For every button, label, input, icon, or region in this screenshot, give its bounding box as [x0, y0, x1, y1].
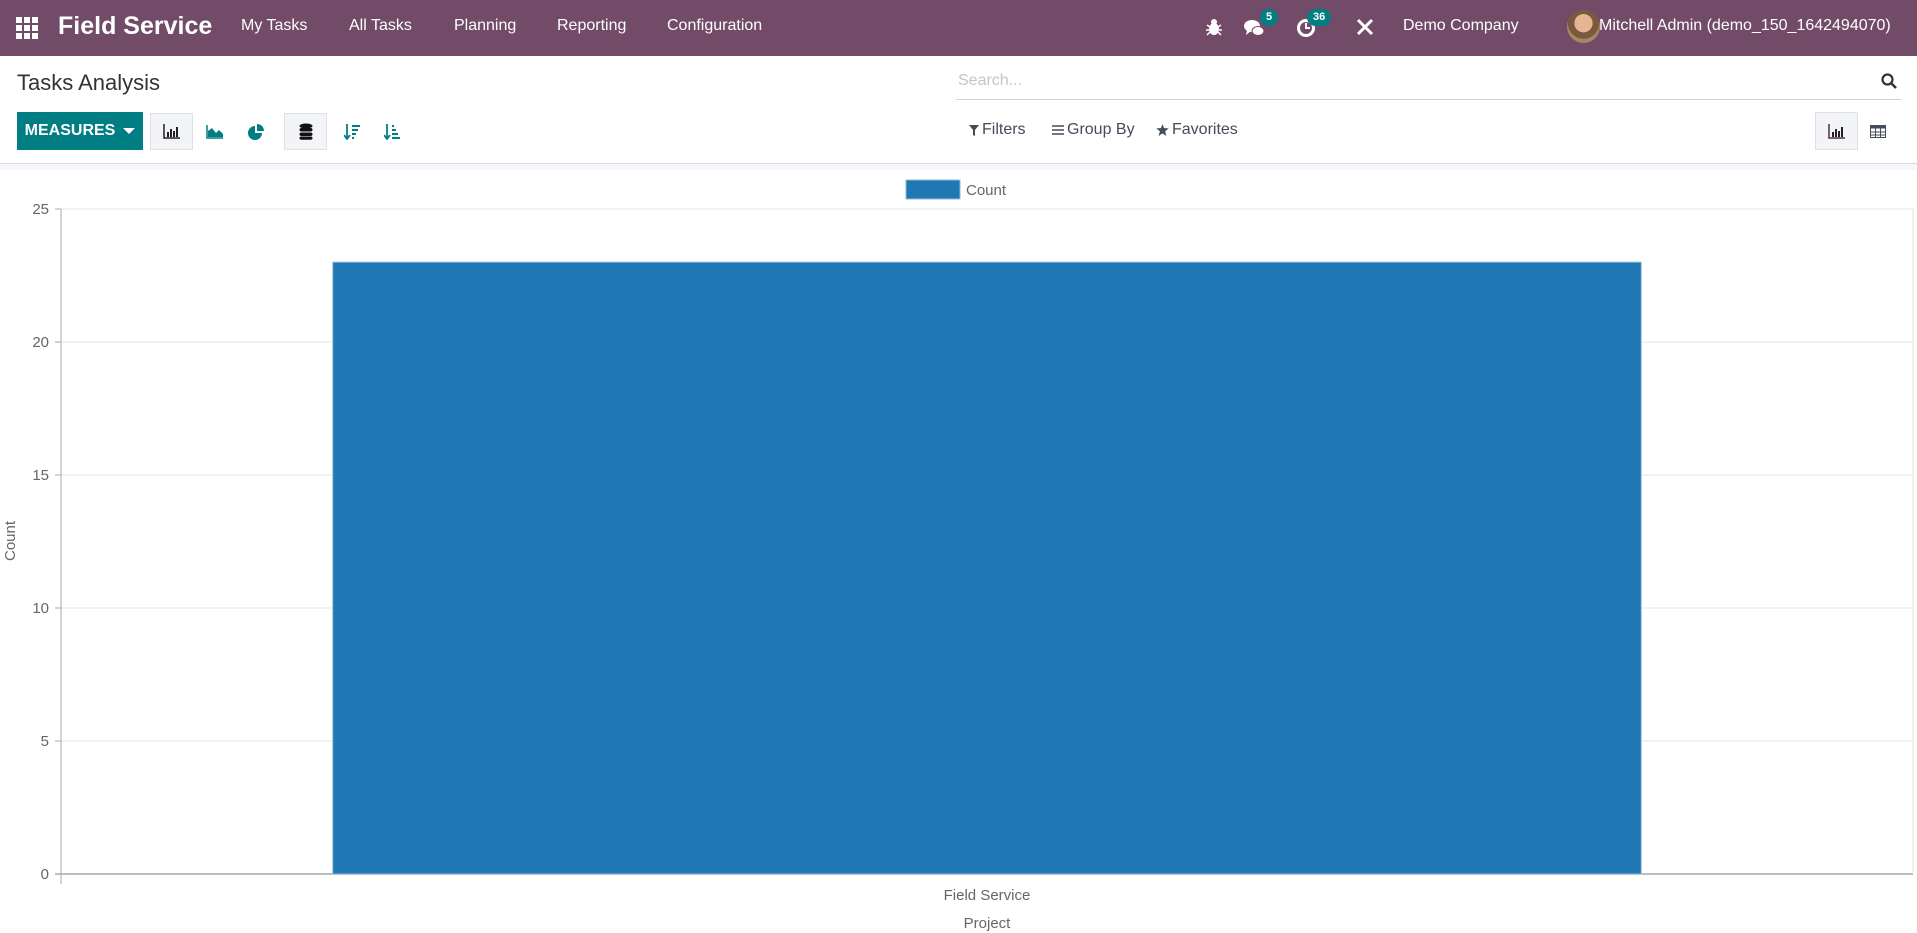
- bug-icon[interactable]: [1206, 18, 1222, 36]
- search-bar: [956, 64, 1901, 100]
- menu-my-tasks[interactable]: My Tasks: [241, 17, 307, 35]
- favorites-button[interactable]: Favorites: [1156, 121, 1238, 139]
- bar-chart-button[interactable]: [150, 113, 193, 150]
- search-input[interactable]: [956, 64, 1856, 98]
- y-tick-label: 15: [32, 467, 49, 484]
- sort-ascending-button[interactable]: [370, 113, 413, 150]
- stacked-button[interactable]: [284, 113, 327, 150]
- menu-all-tasks[interactable]: All Tasks: [349, 17, 412, 35]
- menu-configuration[interactable]: Configuration: [667, 17, 762, 35]
- legend-swatch-count[interactable]: [905, 179, 961, 200]
- measures-label: MEASURES: [24, 122, 116, 139]
- caret-down-icon: [123, 128, 136, 134]
- sort-descending-icon: [343, 123, 360, 140]
- bar-chart-icon: [162, 124, 180, 139]
- bar-chart: 0 5 10 15 20 25 Field Service Count Count Pro…: [2, 179, 1914, 932]
- pie-chart-icon: [247, 123, 264, 140]
- x-tick-label: Field Service: [944, 887, 1031, 904]
- favorites-label: Favorites: [1172, 121, 1238, 138]
- activities-badge: 36: [1307, 9, 1332, 26]
- company-switcher[interactable]: Demo Company: [1403, 17, 1519, 35]
- y-axis-title: Count: [2, 520, 19, 561]
- y-tick-label: 25: [32, 201, 49, 218]
- filters-button[interactable]: Filters: [969, 121, 1026, 139]
- database-stack-icon: [299, 123, 312, 140]
- filter-icon: [969, 124, 979, 136]
- menu-reporting[interactable]: Reporting: [557, 17, 626, 35]
- filters-label: Filters: [982, 121, 1026, 138]
- group-by-label: Group By: [1067, 121, 1135, 138]
- x-axis-title: Project: [964, 915, 1012, 932]
- bars: [332, 261, 1642, 875]
- user-menu[interactable]: Mitchell Admin (demo_150_1642494070): [1599, 17, 1891, 35]
- bar-count[interactable]: [332, 261, 1642, 875]
- y-axis-ticks: 0 5 10 15 20 25: [32, 201, 61, 883]
- pivot-view-button[interactable]: [1856, 112, 1899, 150]
- app-brand[interactable]: Field Service: [58, 12, 212, 41]
- apps-grid-icon[interactable]: [16, 17, 38, 39]
- bar-chart-icon: [1827, 123, 1845, 139]
- messages-badge: 5: [1260, 9, 1279, 26]
- user-avatar[interactable]: [1567, 10, 1600, 43]
- pie-chart-button[interactable]: [234, 113, 277, 150]
- line-chart-button[interactable]: [193, 113, 236, 150]
- top-navbar: Field Service My Tasks All Tasks Plannin…: [0, 0, 1917, 56]
- table-grid-icon: [1869, 124, 1886, 138]
- group-by-button[interactable]: Group By: [1052, 121, 1135, 139]
- graph-view-button[interactable]: [1815, 112, 1858, 150]
- area-chart-icon: [205, 124, 223, 139]
- sort-ascending-icon: [383, 123, 400, 140]
- y-tick-label: 5: [41, 733, 49, 750]
- tools-icon[interactable]: [1356, 18, 1374, 36]
- y-tick-label: 20: [32, 334, 49, 351]
- sort-descending-button[interactable]: [330, 113, 373, 150]
- measures-dropdown-button[interactable]: MEASURES: [17, 112, 143, 150]
- x-axis-ticks: Field Service: [944, 887, 1031, 904]
- search-icon[interactable]: [1881, 73, 1897, 89]
- star-icon: [1156, 124, 1169, 136]
- legend-label-count[interactable]: Count: [966, 182, 1007, 199]
- y-tick-label: 0: [41, 866, 49, 883]
- menu-planning[interactable]: Planning: [454, 17, 516, 35]
- list-icon: [1052, 125, 1064, 135]
- y-tick-label: 10: [32, 600, 49, 617]
- page-title: Tasks Analysis: [17, 70, 161, 95]
